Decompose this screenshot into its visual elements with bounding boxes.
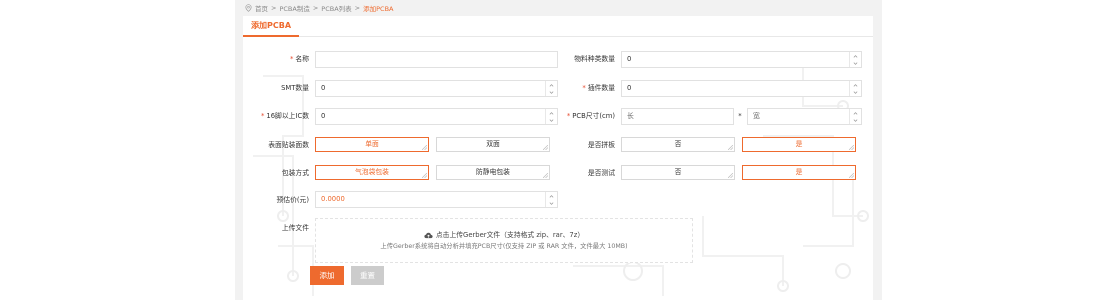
breadcrumb-home-link[interactable]: 首页 [255,3,268,13]
number-stepper[interactable] [849,81,861,96]
pcb-length-input[interactable]: 长 [621,108,734,125]
breadcrumb-current: 添加PCBA [363,5,394,13]
form-card: 添加PCBA * 名称 物料种类数量 0 SMT数量 0 * 插件数量 0 * 16脚… [243,16,873,300]
upload-label: 上传文件 [281,224,309,232]
plugin-count-label: * 插件数量 [582,84,615,92]
material-types-input[interactable]: 0 [621,51,862,68]
chevron-down-icon[interactable] [853,90,858,95]
chevron-up-icon[interactable] [549,194,554,199]
plugin-count-input[interactable]: 0 [621,80,862,97]
chevron-up-icon[interactable] [853,111,858,116]
chevron-up-icon[interactable] [853,83,858,88]
number-stepper[interactable] [849,109,861,124]
resize-grip-icon [849,173,854,178]
smt-count-input[interactable]: 0 [315,80,558,97]
ic-16pin-input[interactable]: 0 [315,108,558,125]
chevron-down-icon[interactable] [853,61,858,66]
mount-sides-label: 表面贴装面数 [268,141,309,149]
chevron-down-icon[interactable] [853,118,858,123]
packaging-label: 包装方式 [281,169,309,177]
breadcrumb-pcba-list-link[interactable]: PCBA列表 [321,3,351,13]
packaging-option-bubble[interactable]: 气泡袋包装 [315,165,429,180]
ic-16pin-label: * 16脚以上IC数 [261,112,309,120]
testing-label: 是否测试 [587,169,615,177]
resize-grip-icon [728,145,733,150]
resize-grip-icon [422,145,427,150]
pcb-size-label: * PCB尺寸(cm) [566,112,615,120]
mount-sides-option-double[interactable]: 双面 [436,137,550,152]
smt-count-label: SMT数量 [281,84,309,92]
pcb-width-input[interactable]: 宽 [747,108,862,125]
testing-option-yes[interactable]: 是 [742,165,856,180]
location-pin-icon [245,4,252,12]
breadcrumb: 首页 > PCBA制造 > PCBA列表 > 添加PCBA [245,3,393,13]
chevron-up-icon[interactable] [853,54,858,59]
number-stepper[interactable] [849,52,861,67]
material-types-label: 物料种类数量 [574,55,615,63]
mount-sides-option-single[interactable]: 单面 [315,137,429,152]
estimate-input[interactable]: 0.0000 [315,191,558,208]
resize-grip-icon [728,173,733,178]
resize-grip-icon [422,173,427,178]
upload-prompt[interactable]: 点击上传Gerber文件（支持格式 zip、rar、7z） [436,231,584,239]
pcb-size-separator: * [738,112,742,120]
upload-hint: 上传Gerber系统将自动分析并填充PCB尺寸(仅支持 ZIP 或 RAR 文件… [380,243,628,250]
upload-dropzone[interactable]: 点击上传Gerber文件（支持格式 zip、rar、7z） 上传Gerber系统… [315,218,693,263]
cloud-upload-icon [424,232,433,238]
breadcrumb-pcba-manufacture-link[interactable]: PCBA制造 [279,3,309,13]
tab-add-pcba[interactable]: 添加PCBA [243,16,299,37]
chevron-down-icon[interactable] [549,201,554,206]
estimate-label: 预估价(元) [276,196,310,204]
tab-bar: 添加PCBA [243,16,873,37]
reset-button[interactable]: 重置 [351,266,384,285]
panel-option-no[interactable]: 否 [621,137,735,152]
add-button[interactable]: 添加 [310,266,344,285]
name-input[interactable] [315,51,558,68]
name-label: * 名称 [290,55,309,63]
testing-option-no[interactable]: 否 [621,165,735,180]
panel-option-yes[interactable]: 是 [742,137,856,152]
breadcrumb-separator: > [354,4,361,12]
number-stepper[interactable] [545,192,557,207]
breadcrumb-separator: > [312,4,319,12]
panel-label: 是否拼板 [587,141,615,149]
packaging-option-antistatic[interactable]: 防静电包装 [436,165,550,180]
breadcrumb-separator: > [271,4,277,12]
resize-grip-icon [849,145,854,150]
